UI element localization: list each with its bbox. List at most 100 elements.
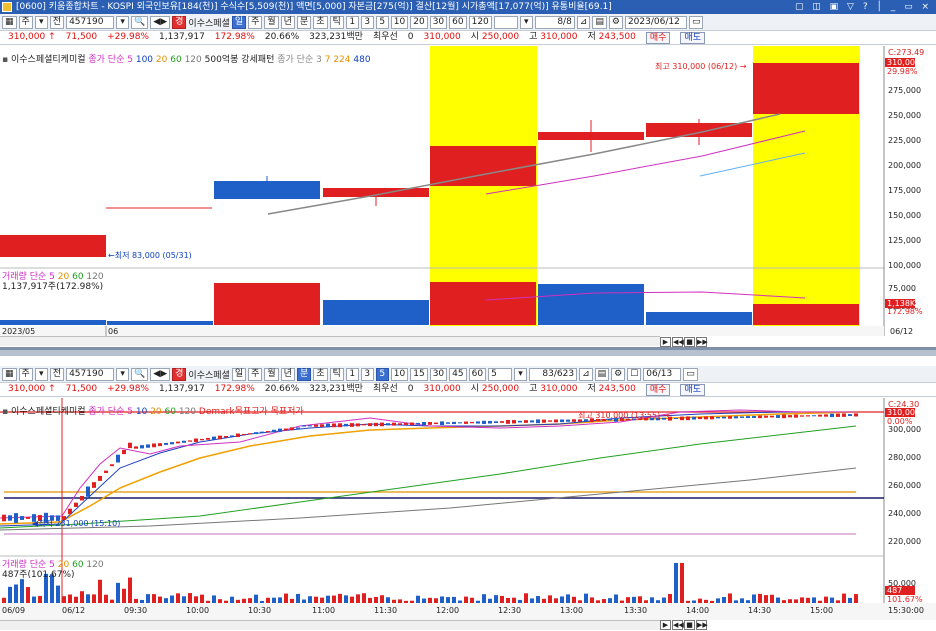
candle <box>494 421 498 423</box>
period-minute[interactable]: 분 <box>296 15 312 29</box>
buy-button[interactable]: 매수 <box>645 32 671 44</box>
type-dropdown-icon[interactable]: ▾ <box>34 367 48 381</box>
interval-3[interactable]: 3 <box>360 15 374 29</box>
code-input[interactable]: 457190 <box>66 15 115 29</box>
volume-bar <box>854 594 858 603</box>
interval-input[interactable] <box>493 15 518 29</box>
code-dropdown-icon[interactable]: ▾ <box>116 367 130 381</box>
interval-3[interactable]: 3 <box>360 367 374 381</box>
volume-bar <box>332 595 336 603</box>
bottom-scrollbar[interactable] <box>0 620 660 630</box>
layout-icon[interactable]: ▦ <box>2 15 17 29</box>
volume-bar <box>170 595 174 603</box>
code-dropdown-icon[interactable]: ▾ <box>116 15 130 29</box>
prev-next-icon[interactable]: ◀▶ <box>150 15 171 29</box>
interval-30[interactable]: 30 <box>429 15 448 29</box>
search-icon[interactable]: 🔍 <box>131 367 149 381</box>
calendar-icon[interactable]: ▭ <box>688 15 704 29</box>
volume-bar <box>164 598 168 603</box>
interval-15[interactable]: 15 <box>410 367 428 381</box>
interval-10[interactable]: 10 <box>390 15 409 29</box>
minute-chart[interactable]: C:24.30 300,000 280,000 260,000 240,000 … <box>0 398 936 620</box>
time-tick: 06/12 <box>62 606 85 615</box>
period-year[interactable]: 년 <box>280 15 295 29</box>
period-year[interactable]: 년 <box>280 367 295 381</box>
save-icon[interactable]: ▤ <box>592 15 607 29</box>
period-second[interactable]: 초 <box>313 15 328 29</box>
volume-bar <box>323 300 429 325</box>
interval-30[interactable]: 30 <box>429 367 448 381</box>
interval-60[interactable]: 60 <box>449 15 467 29</box>
date-input[interactable]: 2023/06/12 <box>624 15 687 29</box>
priority-value: 0 <box>407 384 414 394</box>
axis-tick: 100,000 <box>888 261 921 270</box>
interval-10[interactable]: 10 <box>390 367 409 381</box>
layout-icon[interactable]: ▦ <box>2 367 17 381</box>
buy-button[interactable]: 매수 <box>645 384 671 396</box>
period-second[interactable]: 초 <box>313 367 328 381</box>
time-tick: 10:30 <box>248 606 271 615</box>
period-month[interactable]: 월 <box>264 15 279 29</box>
play-icon[interactable]: ▶ <box>660 620 671 630</box>
calendar-icon[interactable]: ▭ <box>683 367 698 381</box>
stop-icon[interactable]: ■ <box>684 620 695 630</box>
chart-tool-icon[interactable]: ⊿ <box>579 367 593 381</box>
interval-5[interactable]: 5 <box>375 367 389 381</box>
period-day[interactable]: 일 <box>231 367 247 381</box>
legend-ma-20: 20 <box>155 55 168 65</box>
date-input[interactable]: 06/13 <box>643 367 682 381</box>
settings-icon[interactable]: ⚙ <box>608 15 623 29</box>
top-scrollbar[interactable] <box>0 336 660 346</box>
interval-1[interactable]: 1 <box>345 367 359 381</box>
interval-45[interactable]: 45 <box>449 367 467 381</box>
period-tick[interactable]: 틱 <box>329 15 344 29</box>
sell-button[interactable]: 매도 <box>680 384 705 396</box>
candle <box>272 429 276 433</box>
stock-badge-icon[interactable]: 경 <box>172 367 187 381</box>
data-counter[interactable]: 83/623 <box>529 367 578 381</box>
type-dropdown-icon[interactable]: ▾ <box>34 15 48 29</box>
rewind-icon[interactable]: ◀◀ <box>672 337 684 347</box>
daily-chart[interactable]: C:273.49 275,000 250,000 225,000 200,000… <box>0 46 936 336</box>
interval-120[interactable]: 120 <box>468 15 492 29</box>
candle <box>242 433 246 436</box>
interval-20[interactable]: 20 <box>410 15 428 29</box>
period-day[interactable]: 일 <box>231 15 247 29</box>
interval-dropdown-icon[interactable]: ▾ <box>519 15 533 29</box>
period-tick[interactable]: 틱 <box>329 367 344 381</box>
market-select[interactable]: 전 <box>49 15 65 29</box>
data-counter[interactable]: 8/8 <box>534 15 575 29</box>
chart-tool-icon[interactable]: ⊿ <box>576 15 591 29</box>
play-icon[interactable]: ▶ <box>660 337 671 347</box>
candle <box>392 422 396 426</box>
interval-dropdown-icon[interactable]: ▾ <box>514 367 528 381</box>
interval-60[interactable]: 60 <box>468 367 487 381</box>
period-week[interactable]: 주 <box>248 15 263 29</box>
rewind-icon[interactable]: ◀◀ <box>672 620 684 630</box>
checkbox-icon[interactable]: ☐ <box>627 367 642 381</box>
interval-input[interactable]: 5 <box>488 367 513 381</box>
code-input[interactable]: 457190 <box>66 367 115 381</box>
type-select[interactable]: 주 <box>18 15 33 29</box>
axis-tick: 275,000 <box>888 86 921 95</box>
type-select[interactable]: 주 <box>18 367 33 381</box>
period-month[interactable]: 월 <box>264 367 279 381</box>
volume-bar <box>788 599 792 603</box>
stock-badge-icon[interactable]: 경 <box>172 15 187 29</box>
save-icon[interactable]: ▤ <box>594 367 610 381</box>
settings-icon[interactable]: ⚙ <box>611 367 626 381</box>
volume-bar <box>404 600 408 603</box>
period-week[interactable]: 주 <box>248 367 263 381</box>
interval-5[interactable]: 5 <box>375 15 389 29</box>
period-minute[interactable]: 분 <box>296 367 312 381</box>
window-controls[interactable]: ▢ ◫ ▣ ▽ ? │ _ ▭ × <box>795 0 932 14</box>
market-select[interactable]: 전 <box>49 367 65 381</box>
search-icon[interactable]: 🔍 <box>131 15 149 29</box>
stop-icon[interactable]: ■ <box>684 337 695 347</box>
prev-next-icon[interactable]: ◀▶ <box>150 367 171 381</box>
interval-1[interactable]: 1 <box>345 15 359 29</box>
forward-icon[interactable]: ▶▶ <box>696 337 708 347</box>
forward-icon[interactable]: ▶▶ <box>696 620 708 630</box>
sell-button[interactable]: 매도 <box>680 32 705 44</box>
trade-amount: 323,231백만 <box>309 384 363 394</box>
